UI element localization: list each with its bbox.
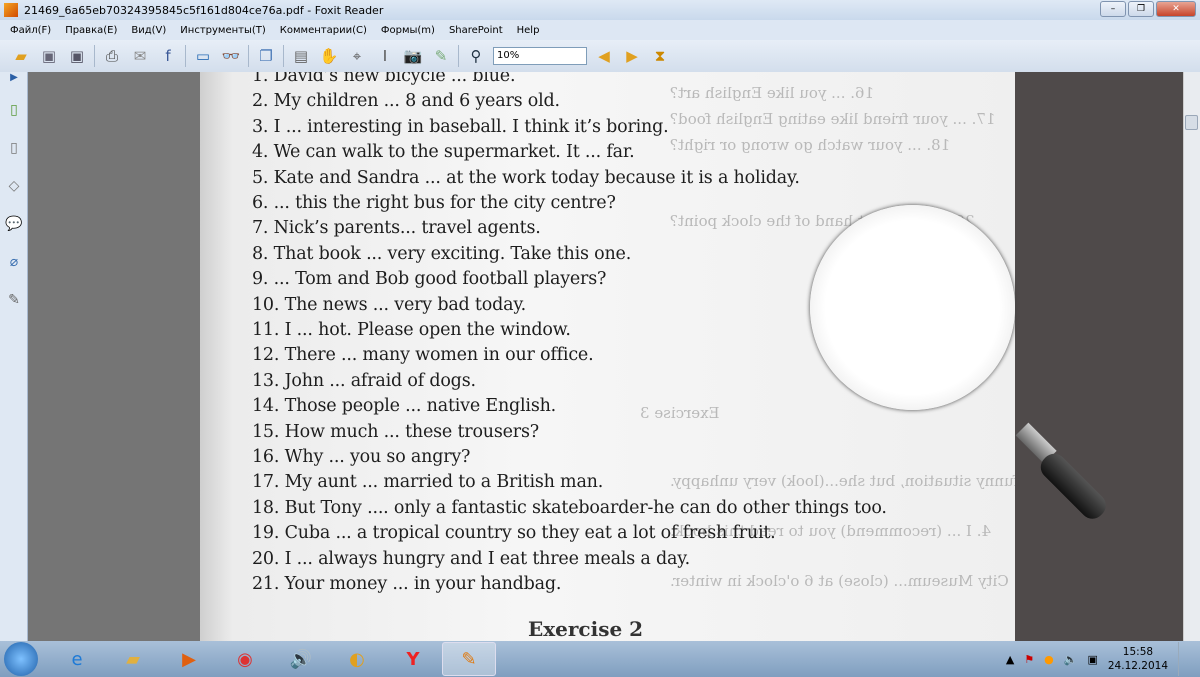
- full-screen-icon[interactable]: ▭: [192, 45, 214, 67]
- file-explorer-icon[interactable]: ▰: [106, 642, 160, 676]
- expand-arrow-icon[interactable]: ▶: [5, 72, 23, 92]
- exercise-sentence: 19. Cuba ... a tropical country so they …: [252, 523, 776, 544]
- browser-app-icon[interactable]: ◐: [330, 642, 384, 676]
- exercise-heading: Exercise 2: [528, 617, 644, 641]
- layers-icon[interactable]: ◇: [5, 178, 23, 198]
- exercise-sentence: 18. But Tony .... only a fantastic skate…: [252, 497, 887, 518]
- volume-icon[interactable]: 🔈: [1064, 653, 1078, 666]
- show-hidden-icons-icon[interactable]: ▲: [1006, 653, 1014, 666]
- exercise-sentence: 14. Those people ... native English.: [252, 396, 557, 417]
- text-tool-icon[interactable]: I: [374, 45, 396, 67]
- close-button[interactable]: ✕: [1156, 1, 1196, 17]
- sign-icon[interactable]: ✎: [430, 45, 452, 67]
- attachments-icon[interactable]: ⌀: [5, 254, 23, 274]
- menu-sharepoint[interactable]: SharePoint: [449, 25, 503, 36]
- title-bar: 21469_6a65eb70324395845c5f161d804ce76a.p…: [0, 0, 1200, 20]
- exercise-sentence: 12. There ... many women in our office.: [252, 345, 594, 366]
- bookmarks-icon[interactable]: ▯: [5, 102, 23, 122]
- signatures-icon[interactable]: ✎: [5, 292, 23, 312]
- vertical-scrollbar[interactable]: [1183, 72, 1200, 641]
- comments-panel-icon[interactable]: 💬: [5, 216, 23, 236]
- menu-view[interactable]: Вид(V): [131, 25, 166, 36]
- toolbar-divider: [458, 45, 459, 67]
- print-icon[interactable]: ⎙: [101, 45, 123, 67]
- menu-bar: Файл(F) Правка(E) Вид(V) Инструменты(T) …: [0, 20, 1200, 40]
- snapshot-icon[interactable]: 📷: [402, 45, 424, 67]
- yandex-browser-icon[interactable]: Y: [386, 642, 440, 676]
- save-as-icon[interactable]: ▣: [66, 45, 88, 67]
- find-binoculars-icon[interactable]: ⚲: [465, 45, 487, 67]
- exercise-sentence: 9. ... Tom and Bob good football players…: [252, 269, 607, 290]
- exercise-sentence: 16. Why ... you so angry?: [252, 447, 471, 467]
- exercise-sentence: 3. I ... interesting in baseball. I thin…: [252, 116, 669, 137]
- maximize-button[interactable]: ❐: [1128, 1, 1154, 17]
- next-view-icon[interactable]: ▶: [621, 45, 643, 67]
- exercise-sentence: 15. How much ... these trousers?: [252, 421, 539, 442]
- exercise-sentence: 7. Nick’s parents... travel agents.: [252, 218, 541, 239]
- facebook-share-icon[interactable]: f: [157, 45, 179, 67]
- clock[interactable]: 15:58 24.12.2014: [1108, 645, 1168, 673]
- media-player-icon[interactable]: ▶: [162, 642, 216, 676]
- exercise-sentence: 13. John ... afraid of dogs.: [252, 370, 476, 391]
- network-icon[interactable]: ▣: [1087, 653, 1097, 666]
- menu-comments[interactable]: Комментарии(C): [280, 25, 367, 36]
- app-tray-icon[interactable]: ●: [1044, 653, 1054, 666]
- menu-edit[interactable]: Правка(E): [65, 25, 117, 36]
- exercise-sentence: 21. Your money ... in your handbag.: [252, 574, 562, 594]
- previous-view-icon[interactable]: ◀: [593, 45, 615, 67]
- timer-icon[interactable]: ⧗: [649, 45, 671, 67]
- toolbar: ▰ ▣ ▣ ⎙ ✉ f ▭ 👓 ❐ ▤ ✋ ⌖ I 📷 ✎ ⚲ 10% ◀ ▶ …: [0, 40, 1200, 72]
- toolbar-divider: [283, 45, 284, 67]
- exercise-sentence: 5. Kate and Sandra ... at the work today…: [252, 167, 800, 188]
- exercise-sentence: 4. We can walk to the supermarket. It ..…: [252, 142, 635, 163]
- email-icon[interactable]: ✉: [129, 45, 151, 67]
- start-button[interactable]: [4, 642, 38, 676]
- hand-tool-icon[interactable]: ✋: [318, 45, 340, 67]
- exercise-sentence: 20. I ... always hungry and I eat three …: [252, 548, 690, 569]
- exercise-sentence: 11. I ... hot. Please open the window.: [252, 320, 571, 340]
- page-layout-icon[interactable]: ▤: [290, 45, 312, 67]
- zoom-input[interactable]: 10%: [493, 47, 587, 65]
- internet-explorer-icon[interactable]: e: [50, 642, 104, 676]
- action-center-flag-icon[interactable]: ⚑: [1024, 653, 1034, 666]
- exercise-sentence: 17. My aunt ... married to a British man…: [252, 472, 604, 493]
- read-mode-icon[interactable]: 👓: [220, 45, 242, 67]
- audio-app-icon[interactable]: 🔊: [274, 642, 328, 676]
- foxit-reader-taskbar-icon[interactable]: ✎: [442, 642, 496, 676]
- menu-file[interactable]: Файл(F): [10, 25, 51, 36]
- system-tray: ▲ ⚑ ● 🔈 ▣ 15:58 24.12.2014: [1006, 641, 1190, 677]
- window-title: 21469_6a65eb70324395845c5f161d804ce76a.p…: [24, 3, 384, 17]
- taskbar: e ▰ ▶ ◉ 🔊 ◐ Y ✎ ▲ ⚑ ● 🔈 ▣ 15:58 24.12.20…: [0, 641, 1200, 677]
- page-background: [1015, 72, 1183, 641]
- menu-help[interactable]: Help: [517, 25, 540, 36]
- document-pane[interactable]: 16. ... you like English art? 17. ... yo…: [28, 72, 1183, 641]
- select-text-icon[interactable]: ⌖: [346, 45, 368, 67]
- exercise-sentence: 10. The news ... very bad today.: [252, 294, 527, 315]
- loupe-magnifier-lens[interactable]: [810, 205, 1015, 410]
- open-folder-icon[interactable]: ▰: [10, 45, 32, 67]
- foxit-app-icon: [4, 3, 18, 17]
- exercise-sentence: 2. My children ... 8 and 6 years old.: [252, 91, 560, 112]
- show-desktop-button[interactable]: [1178, 642, 1190, 676]
- exercise-sentence: 8. That book ... very exciting. Take thi…: [252, 243, 632, 264]
- toolbar-divider: [94, 45, 95, 67]
- clock-time: 15:58: [1122, 646, 1154, 658]
- toolbar-divider: [185, 45, 186, 67]
- toolbar-divider: [248, 45, 249, 67]
- menu-forms[interactable]: Формы(m): [381, 25, 435, 36]
- pages-panel-icon[interactable]: ▯: [5, 140, 23, 160]
- chrome-icon[interactable]: ◉: [218, 642, 272, 676]
- scrollbar-thumb[interactable]: [1185, 115, 1198, 130]
- navigation-sidebar: ▶ ▯ ▯ ◇ 💬 ⌀ ✎: [0, 72, 28, 641]
- exercise-sentence: 1. David’s new bicycle ... blue.: [252, 72, 516, 86]
- save-icon[interactable]: ▣: [38, 45, 60, 67]
- clock-date: 24.12.2014: [1107, 660, 1168, 672]
- pages-icon[interactable]: ❐: [255, 45, 277, 67]
- menu-tools[interactable]: Инструменты(T): [180, 25, 265, 36]
- exercise-sentence: 6. ... this the right bus for the city c…: [252, 193, 616, 213]
- minimize-button[interactable]: –: [1100, 1, 1126, 17]
